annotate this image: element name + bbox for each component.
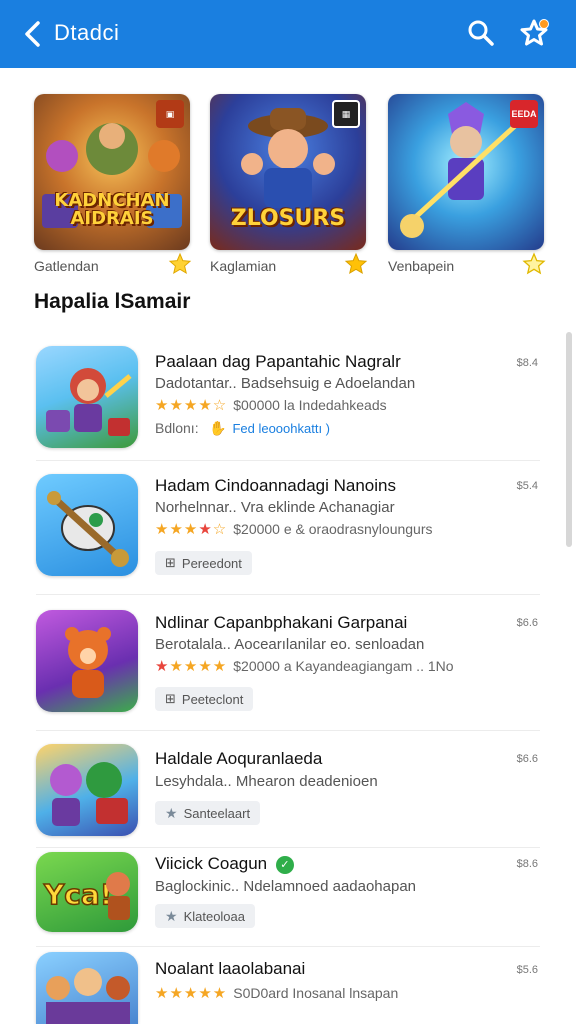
section-title: Hapalia lSamair <box>34 290 191 313</box>
divider <box>36 946 540 947</box>
featured-thumbnail[interactable]: ZLOSURS ▦ <box>210 94 366 250</box>
featured-label: Venbapein <box>388 258 455 274</box>
star-icon: ★ <box>165 907 178 924</box>
app-size: $8.4 <box>516 357 538 369</box>
app-size: $8.6 <box>516 858 538 870</box>
age-rating-badge: ▦ <box>332 100 360 128</box>
game-art-title: ZLOSURS <box>230 206 346 231</box>
chip-label: Pereedont <box>181 555 242 571</box>
app-status-chip[interactable]: ⊞ Pereedont <box>155 551 252 575</box>
app-rating: ★★★★☆ $00000 la Indedahkeads <box>155 396 387 414</box>
app-name: Ndlinar Capanbphakani Garpanai <box>155 613 408 632</box>
app-name: Haldale Aoquranlaeda <box>155 749 323 768</box>
app-subtitle: Dadotantar.. Badsehsuig e Adoelandan <box>155 375 416 392</box>
chip-label: Santeelaart <box>183 805 251 821</box>
divider <box>36 460 540 461</box>
game-art-image <box>46 368 132 436</box>
chip-label: Fed leooohkattı ) <box>232 420 330 436</box>
game-art-image <box>46 968 130 1024</box>
star-icon[interactable] <box>522 252 546 276</box>
search-icon[interactable] <box>466 18 496 48</box>
app-rating: ★★★★☆ $20000 e & oraodrasnyloungurs <box>155 520 433 538</box>
game-art-image <box>47 491 129 567</box>
app-status-chip[interactable]: ★ Klateoloaa <box>155 904 256 928</box>
app-name: Paalaan dag Papantahic Nagralr <box>155 352 401 371</box>
featured-thumbnail[interactable]: KADNCHAN AIDRAIS ▣ <box>34 94 190 250</box>
app-bar: Dtadci <box>0 0 576 68</box>
star-icon[interactable] <box>344 252 368 276</box>
chip-label: Peeteclont <box>181 691 244 707</box>
app-rating: ★★★★★ $20000 a Kayandeagiangam .. 1No <box>155 657 454 675</box>
page-title: Dtadci <box>54 20 120 45</box>
game-art-image <box>65 627 111 698</box>
app-icon[interactable] <box>36 952 138 1024</box>
app-icon[interactable] <box>36 474 138 576</box>
rating-text: $20000 e & oraodrasnyloungurs <box>233 521 433 537</box>
svg-text:Yca!: Yca! <box>43 878 113 911</box>
app-link-chip[interactable]: ✋ Fed leooohkattı ) <box>155 416 330 440</box>
app-name-text: Viicick Coagun <box>155 854 268 873</box>
back-arrow-icon[interactable] <box>22 20 44 48</box>
app-icon[interactable]: Yca! <box>36 852 138 932</box>
rating-stars: ★★★★★ <box>155 658 228 675</box>
featured-thumbnail[interactable]: EEDA <box>388 94 544 250</box>
featured-card[interactable]: ZLOSURS ▦ Kaglamian <box>210 94 370 275</box>
rating-text: $00000 la Indedahkeads <box>233 397 387 413</box>
app-size: $6.6 <box>516 753 538 765</box>
star-icon[interactable] <box>168 252 192 276</box>
featured-card[interactable]: KADNCHAN AIDRAIS ▣ Gatlendan <box>34 94 194 275</box>
verified-icon: ✓ <box>275 855 294 874</box>
featured-label: Gatlendan <box>34 258 99 274</box>
app-subtitle: Berotalala.. Aocearılanilar eo. senloada… <box>155 636 425 653</box>
chip-icon: ⊞ <box>165 691 176 706</box>
app-name: Noalant laaolabanai <box>155 959 306 978</box>
notification-dot <box>539 19 549 29</box>
chip-icon: ⊞ <box>165 555 176 570</box>
divider <box>36 594 540 595</box>
app-status-chip[interactable]: ★ Santeelaart <box>155 801 261 825</box>
game-art-image <box>50 762 128 826</box>
rating-stars: ★★★★★ <box>155 985 228 1002</box>
scrollbar[interactable] <box>566 332 572 547</box>
game-art-title: KADNCHAN AIDRAIS <box>54 190 170 229</box>
rating-text: S0D0ard Inosanal lnsapan <box>233 985 399 1001</box>
app-subtitle: Norhelnnar.. Vra eklinde Achanagiar <box>155 499 395 516</box>
app-icon[interactable] <box>36 346 138 448</box>
app-icon[interactable] <box>36 744 138 836</box>
app-icon[interactable] <box>36 610 138 712</box>
app-name: Hadam Cindoannadagi Nanoins <box>155 476 396 495</box>
rating-text: $20000 a Kayandeagiangam .. 1No <box>233 658 454 674</box>
hand-icon: ✋ <box>209 419 227 436</box>
app-name: Viicick Coagun ✓ <box>155 854 294 874</box>
rating-stars: ★★★★☆ <box>155 397 228 414</box>
app-subtitle: Baglockinic.. Ndelamnoed aadaohapan <box>155 878 417 895</box>
chip-label: Klateoloaa <box>183 908 246 924</box>
featured-label: Kaglamian <box>210 258 277 274</box>
app-size: $5.6 <box>516 964 538 976</box>
app-size: $6.6 <box>516 617 538 629</box>
game-art-image: Yca! <box>42 872 130 920</box>
app-size: $5.4 <box>516 480 538 492</box>
divider <box>36 847 540 848</box>
rating-stars: ★★★★☆ <box>155 521 228 538</box>
featured-carousel: KADNCHAN AIDRAIS ▣ Gatlendan ZLOSURS ▦ K… <box>34 94 546 284</box>
featured-card[interactable]: EEDA Venbapein <box>388 94 548 275</box>
app-status-chip[interactable]: ⊞ Peeteclont <box>155 687 254 711</box>
age-rating-badge: EEDA <box>510 100 538 128</box>
app-rating: ★★★★★ S0D0ard Inosanal lnsapan <box>155 984 398 1002</box>
divider <box>36 730 540 731</box>
app-subtitle: Lesyhdala.. Mhearon deadenioen <box>155 773 378 790</box>
star-icon: ★ <box>165 804 178 821</box>
age-rating-badge: ▣ <box>156 100 184 128</box>
